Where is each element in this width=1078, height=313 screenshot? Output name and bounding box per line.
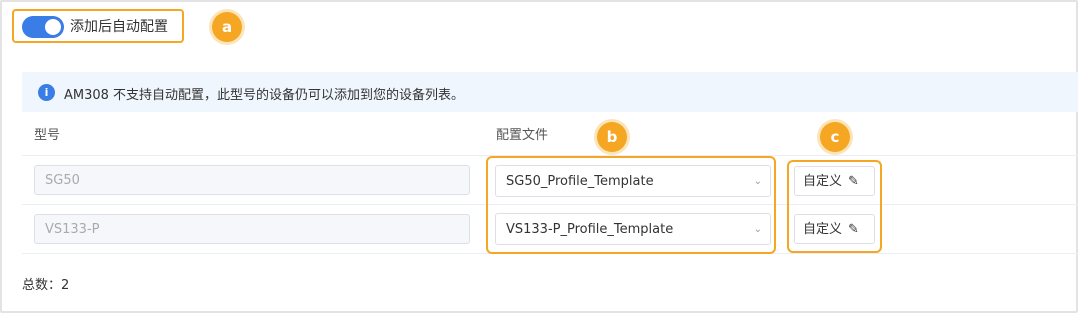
customize-button[interactable]: 自定义 ✎ [794,166,875,196]
total-value: 2 [61,278,70,293]
info-text: AM308 不支持自动配置，此型号的设备仍可以添加到您的设备列表。 [64,88,465,103]
auto-config-label: 添加后自动配置 [70,19,168,35]
profile-select[interactable]: SG50_Profile_Template ⌄ [495,165,771,197]
callout-b: b [597,122,627,152]
total-label: 总数： [22,278,62,293]
edit-icon: ✎ [848,174,859,189]
column-header-profile: 配置文件 [496,128,549,143]
column-header-model: 型号 [34,128,61,143]
customize-label: 自定义 [803,174,843,189]
model-field: SG50 [34,165,470,195]
customize-button[interactable]: 自定义 ✎ [794,214,875,244]
profile-select-value: SG50_Profile_Template [506,174,654,189]
callout-c: c [820,122,850,152]
chevron-down-icon: ⌄ [753,224,762,235]
model-field: VS133-P [34,214,470,244]
edit-icon: ✎ [848,222,859,237]
profile-select-value: VS133-P_Profile_Template [506,222,674,237]
toggle-knob [45,19,61,35]
customize-label: 自定义 [803,222,843,237]
profile-select[interactable]: VS133-P_Profile_Template ⌄ [495,213,771,245]
info-icon: i [38,84,55,101]
chevron-down-icon: ⌄ [753,176,762,187]
callout-a: a [212,12,242,42]
total-count: 总数：2 [22,274,69,293]
info-banner: i AM308 不支持自动配置，此型号的设备仍可以添加到您的设备列表。 [22,72,1078,112]
auto-config-toggle[interactable] [22,16,64,38]
